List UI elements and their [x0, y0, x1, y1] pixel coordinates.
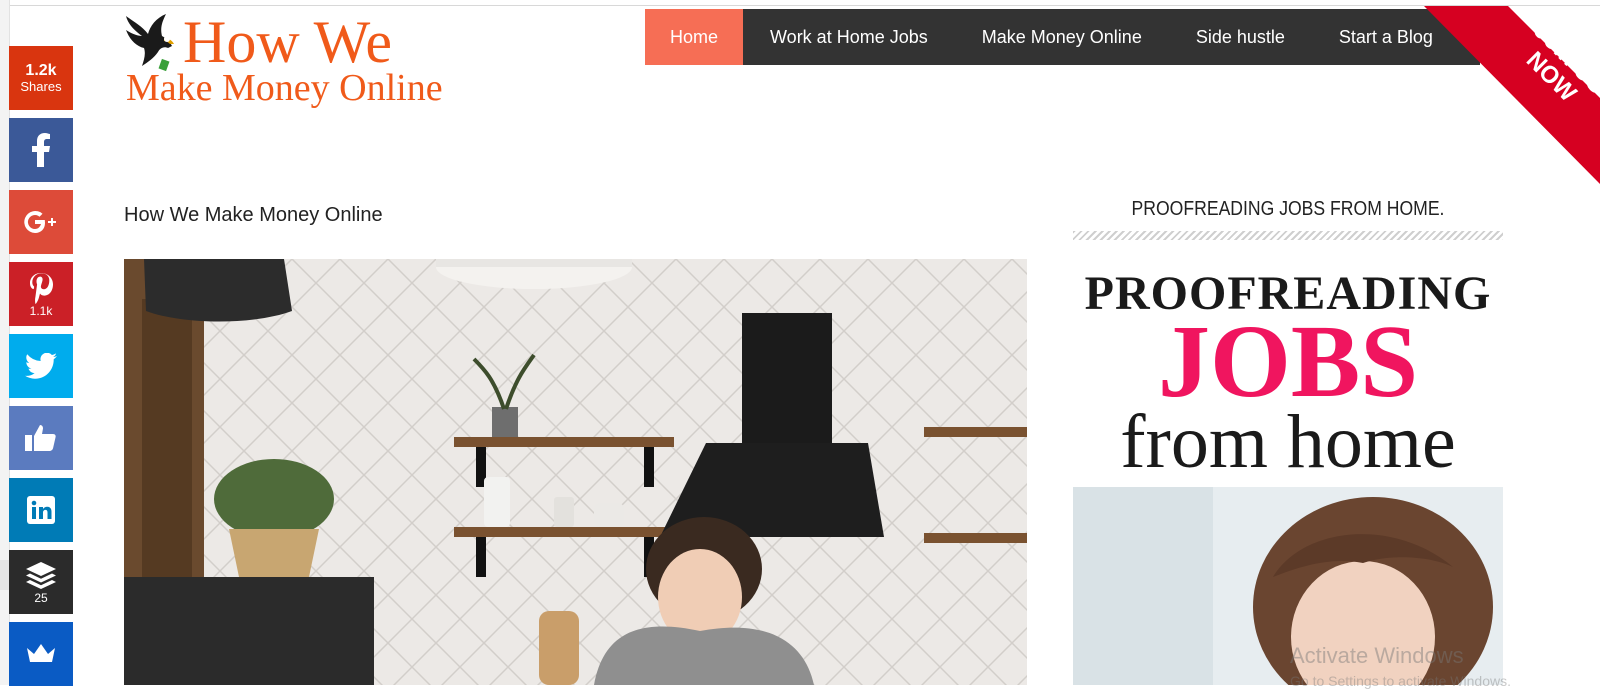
window-edge-handle	[0, 560, 9, 590]
sidebar-widget-title: PROOFREADING JOBS FROM HOME.	[1131, 198, 1445, 220]
linkedin-icon	[27, 496, 55, 524]
share-button-pinterest[interactable]: 1.1k	[9, 262, 73, 326]
nav-item-make-money-online[interactable]: Make Money Online	[955, 9, 1169, 65]
kitchen-photo	[124, 259, 1027, 685]
logo-subtitle: Make Money Online	[126, 67, 443, 109]
hero-image	[124, 259, 1027, 685]
windows-activation-title: Activate Windows	[1290, 643, 1464, 668]
nav-item-work-at-home-jobs[interactable]: Work at Home Jobs	[743, 9, 955, 65]
share-button-crown[interactable]	[9, 622, 73, 686]
share-button-buffer[interactable]: 25	[9, 550, 73, 614]
share-button-twitter[interactable]	[9, 334, 73, 398]
share-total-label: Shares	[20, 79, 62, 94]
nav-item-side-hustle[interactable]: Side hustle	[1169, 9, 1312, 65]
ad-headline-2: JOBS	[1157, 304, 1419, 419]
page-title: How We Make Money Online	[124, 204, 383, 226]
share-count-buffer: 25	[34, 590, 48, 605]
browser-top-border	[0, 5, 1600, 6]
site-logo[interactable]: How We Make Money Online	[120, 8, 480, 118]
facebook-icon	[32, 133, 50, 167]
share-count-pinterest: 1.1k	[29, 303, 53, 318]
logo-title: How We	[183, 9, 393, 75]
share-button-linkedin[interactable]	[9, 478, 73, 542]
share-button-facebook[interactable]	[9, 118, 73, 182]
google-plus-icon	[24, 211, 56, 233]
crown-icon	[27, 644, 55, 662]
thumbs-up-icon	[25, 425, 56, 451]
windows-activation-subtitle: Go to Settings to activate Windows.	[1290, 673, 1511, 689]
main-nav: Home Work at Home Jobs Make Money Online…	[645, 9, 1480, 65]
twitter-icon	[25, 353, 57, 379]
share-total-count: 1.2k	[25, 62, 57, 79]
proofreading-ad[interactable]: PROOFREADING JOBS from home	[1073, 256, 1503, 685]
share-button-google-plus[interactable]	[9, 190, 73, 254]
sidebar-title-divider	[1073, 231, 1503, 240]
ad-headline-3: from home	[1120, 400, 1456, 484]
nav-item-home[interactable]: Home	[645, 9, 744, 65]
share-total: 1.2k Shares	[9, 46, 73, 110]
pinterest-icon	[30, 272, 53, 304]
share-button-like[interactable]	[9, 406, 73, 470]
buffer-icon	[26, 561, 56, 589]
